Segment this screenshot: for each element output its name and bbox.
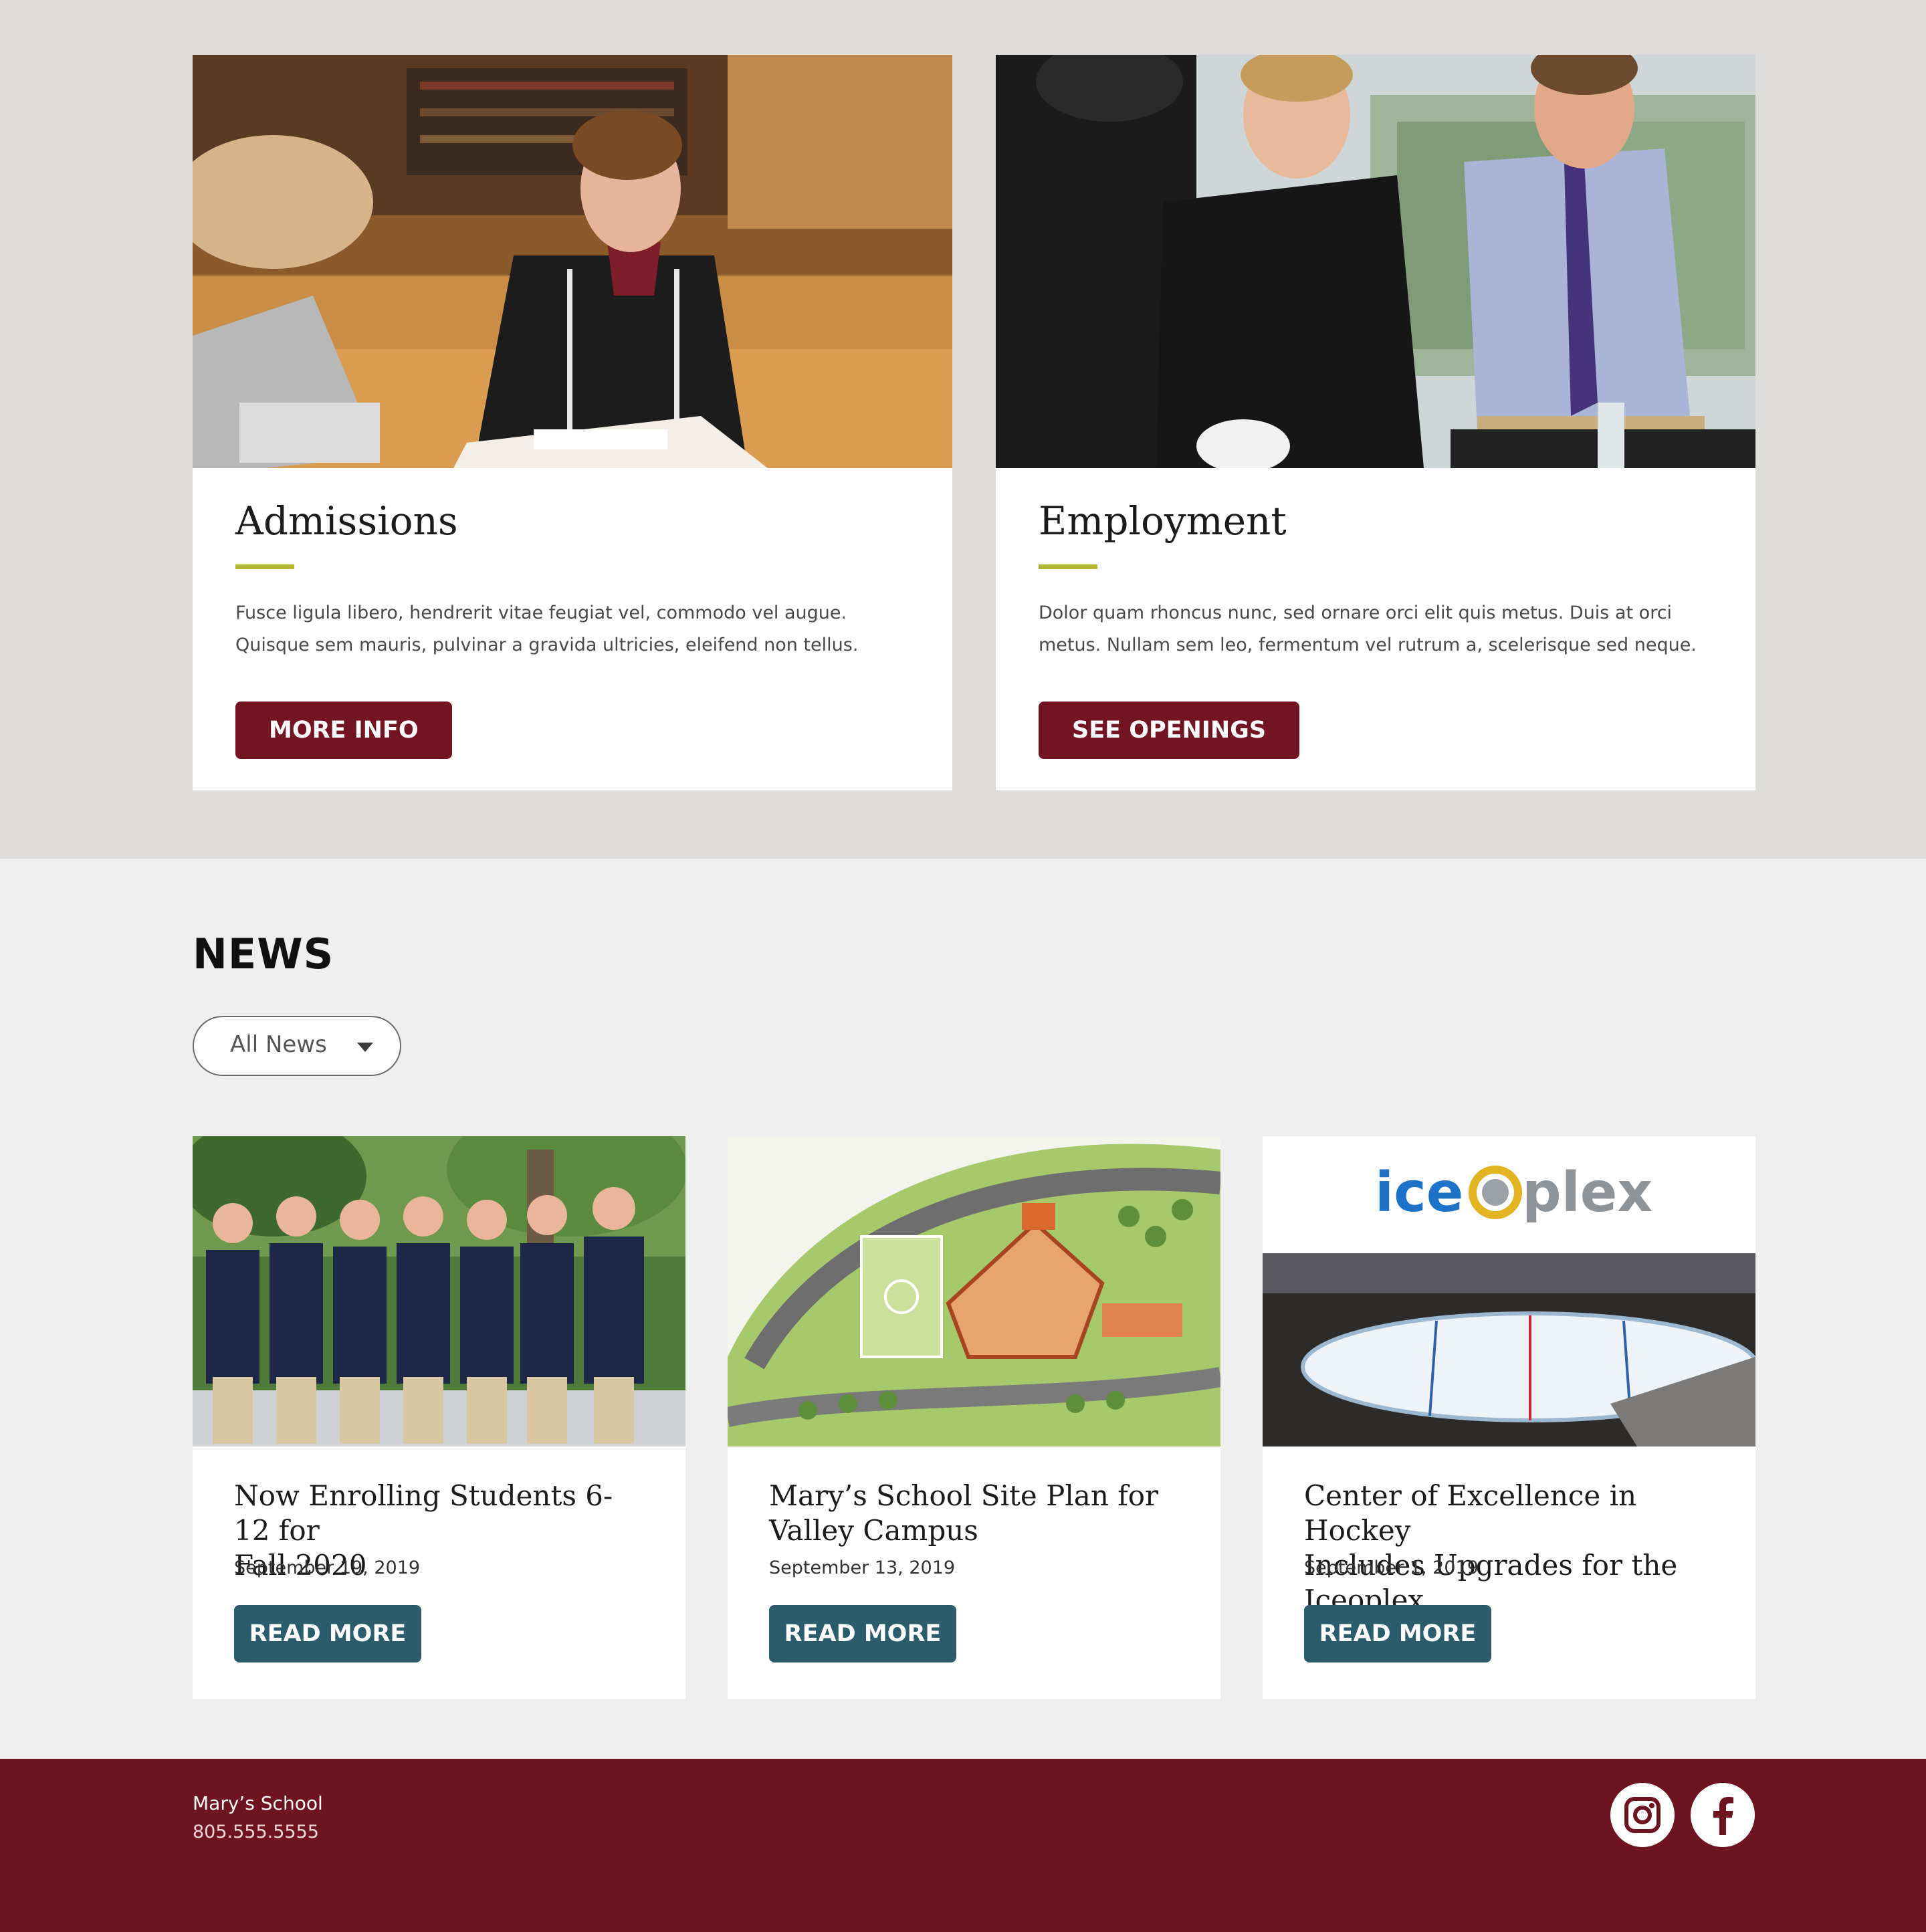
news-title-line-1: Mary’s School Site Plan for <box>769 1479 1159 1512</box>
more-info-button[interactable]: MORE INFO <box>235 702 452 759</box>
site-footer: Mary’s School 805.555.5555 <box>0 1759 1926 1932</box>
admissions-description-line-1: Fusce ligula libero, hendrerit vitae feu… <box>235 603 847 623</box>
news-heading: NEWS <box>193 930 334 978</box>
news-card: Mary’s School Site Plan for Valley Campu… <box>728 1136 1220 1699</box>
iceoplex-logo: ice <box>1375 1161 1463 1224</box>
title-accent-rule <box>235 564 294 569</box>
admissions-description-line-2: Quisque sem mauris, pulvinar a gravida u… <box>235 635 859 655</box>
employment-card: Employment Dolor quam rhoncus nunc, sed … <box>996 55 1755 790</box>
read-more-button[interactable]: READ MORE <box>769 1605 956 1662</box>
news-photo-iceoplex: ice plex <box>1263 1136 1755 1446</box>
news-title[interactable]: Center of Excellence in Hockey Includes … <box>1304 1479 1714 1616</box>
news-card: ice plex Center of Excellence in Hockey … <box>1263 1136 1755 1699</box>
admissions-title: Admissions <box>235 498 458 544</box>
employment-description: Dolor quam rhoncus nunc, sed ornare orci… <box>1039 597 1713 661</box>
news-photo-site-plan <box>728 1136 1220 1446</box>
news-filter-dropdown[interactable]: All News <box>193 1016 401 1076</box>
feature-section: Admissions Fusce ligula libero, hendreri… <box>0 0 1926 859</box>
news-title-line-1: Now Enrolling Students 6-12 for <box>234 1479 613 1547</box>
employment-photo <box>996 55 1755 468</box>
news-title-line-2: Valley Campus <box>769 1514 978 1547</box>
read-more-button[interactable]: READ MORE <box>1304 1605 1491 1662</box>
news-title[interactable]: Now Enrolling Students 6-12 for Fall 202… <box>234 1479 644 1582</box>
footer-phone[interactable]: 805.555.5555 <box>193 1822 319 1842</box>
employment-description-line-2: metus. Nullam sem leo, fermentum vel rut… <box>1039 635 1697 655</box>
instagram-icon[interactable] <box>1610 1783 1675 1847</box>
employment-description-line-1: Dolor quam rhoncus nunc, sed ornare orci… <box>1039 603 1673 623</box>
news-section: NEWS All News Now Enrolling Students 6-1… <box>0 859 1926 1759</box>
read-more-button[interactable]: READ MORE <box>234 1605 421 1662</box>
news-card: Now Enrolling Students 6-12 for Fall 202… <box>193 1136 685 1699</box>
admissions-card: Admissions Fusce ligula libero, hendreri… <box>193 55 952 790</box>
admissions-description: Fusce ligula libero, hendrerit vitae feu… <box>235 597 909 661</box>
see-openings-button[interactable]: SEE OPENINGS <box>1039 702 1300 759</box>
chevron-down-icon <box>357 1043 373 1052</box>
news-filter-selected: All News <box>230 1031 327 1058</box>
footer-school-name: Mary’s School <box>193 1792 323 1814</box>
news-date: September 13, 2019 <box>769 1558 956 1578</box>
news-title-line-1: Center of Excellence in Hockey <box>1304 1479 1637 1547</box>
news-photo-students <box>193 1136 685 1446</box>
facebook-icon[interactable] <box>1691 1783 1755 1847</box>
admissions-photo <box>193 55 952 468</box>
title-accent-rule <box>1039 564 1097 569</box>
employment-title: Employment <box>1039 498 1287 544</box>
news-date: September 19, 2019 <box>234 1558 421 1578</box>
news-title[interactable]: Mary’s School Site Plan for Valley Campu… <box>769 1479 1179 1548</box>
svg-text:plex: plex <box>1522 1161 1652 1224</box>
